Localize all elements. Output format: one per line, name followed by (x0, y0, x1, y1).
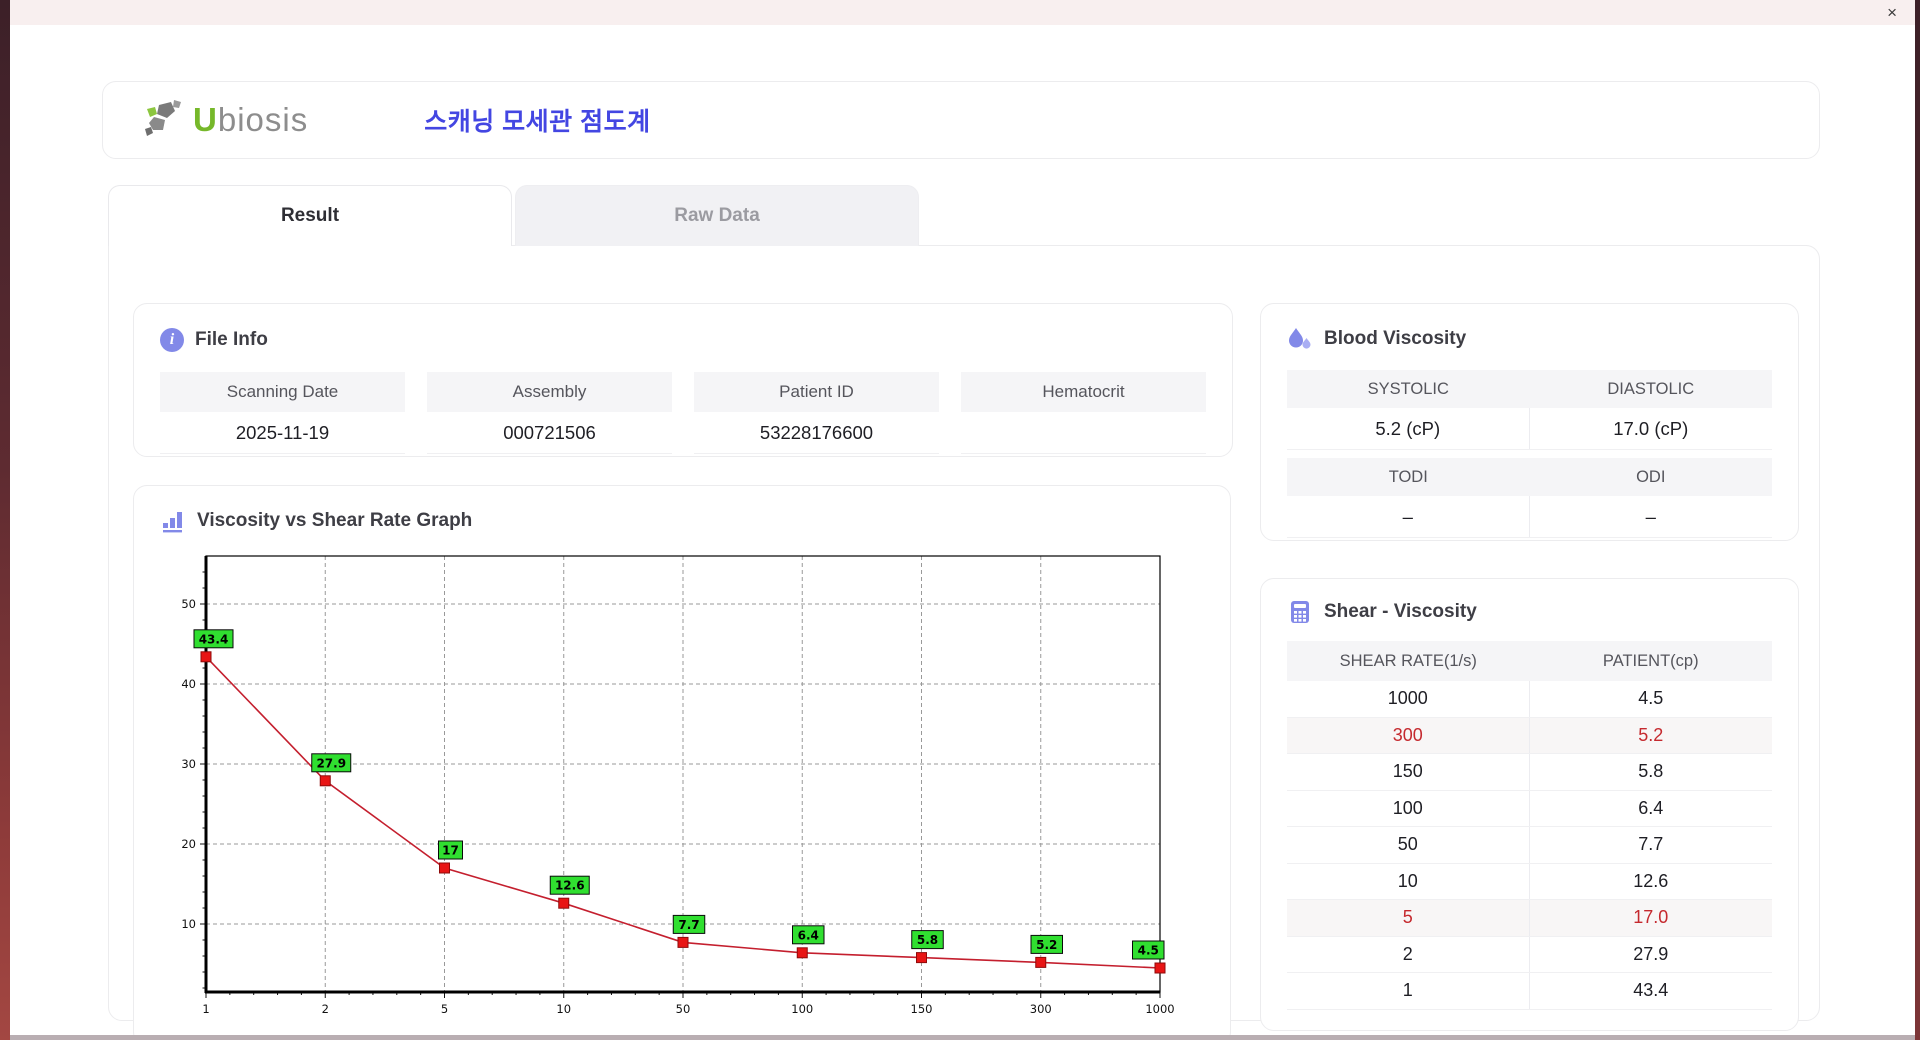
svg-text:150: 150 (911, 1002, 933, 1016)
brand-logo: Ubiosis (141, 99, 308, 141)
svg-text:5.8: 5.8 (917, 933, 938, 947)
result-panel: i File Info Scanning Date 2025-11-19 Ass… (108, 245, 1820, 1040)
field-label: Scanning Date (160, 372, 405, 412)
table-row: 1 43.4 (1287, 973, 1772, 1010)
graph-title: Viscosity vs Shear Rate Graph (197, 510, 473, 531)
file-info-title: File Info (195, 329, 268, 350)
tab-raw-data[interactable]: Raw Data (515, 185, 919, 246)
svg-text:300: 300 (1030, 1002, 1052, 1016)
svg-text:1: 1 (202, 1002, 209, 1016)
odi-header: ODI (1636, 467, 1666, 486)
diastolic-value: 17.0 (cP) (1613, 417, 1689, 439)
table-row: 300 5.2 (1287, 717, 1772, 754)
svg-text:100: 100 (791, 1002, 813, 1016)
field-label: Patient ID (694, 372, 939, 412)
todi-header: TODI (1388, 467, 1428, 486)
blood-viscosity-table: SYSTOLIC DIASTOLIC 5.2 (cP) 17.0 (cP) TO… (1287, 370, 1772, 538)
svg-text:43.4: 43.4 (199, 632, 229, 646)
info-icon: i (160, 328, 184, 352)
field-patient-id: Patient ID 53228176600 (694, 372, 939, 454)
field-scanning-date: Scanning Date 2025-11-19 (160, 372, 405, 454)
field-value: 53228176600 (694, 412, 939, 454)
systolic-value: 5.2 (cP) (1287, 408, 1530, 449)
shear-viscosity-title: Shear - Viscosity (1324, 601, 1477, 622)
svg-text:7.7: 7.7 (678, 918, 699, 932)
todi-value: – (1287, 496, 1530, 537)
table-row: 1000 4.5 (1287, 681, 1772, 718)
svg-text:2: 2 (322, 1002, 329, 1016)
svg-text:40: 40 (181, 677, 196, 691)
ubiosis-logo-icon (145, 100, 181, 136)
tab-result[interactable]: Result (108, 185, 512, 246)
table-row: 150 5.8 (1287, 754, 1772, 791)
window-title-bar: × (10, 0, 1915, 25)
line-chart: 10 20 30 40 50 1 2 5 10 50 100 150 300 1000 43.4 27.9 17… (181, 555, 1175, 1016)
field-value: 2025-11-19 (160, 412, 405, 454)
table-row: 50 7.7 (1287, 827, 1772, 864)
table-row: 100 6.4 (1287, 790, 1772, 827)
svg-text:10: 10 (181, 917, 196, 931)
table-row: 2 27.9 (1287, 936, 1772, 973)
app-window: Ubiosis 스캐닝 모세관 점도계 Result Raw Data i Fi… (10, 25, 1915, 1040)
viscosity-graph-card: Viscosity vs Shear Rate Graph 10 20 30 40 50… (133, 485, 1231, 1040)
odi-value: – (1645, 505, 1656, 527)
bar-chart-icon (163, 512, 182, 533)
patient-column-header: PATIENT(cp) (1602, 651, 1699, 670)
file-info-fields: Scanning Date 2025-11-19 Assembly 000721… (160, 372, 1206, 454)
svg-text:20: 20 (181, 837, 196, 851)
table-row: 5 17.0 (1287, 900, 1772, 937)
svg-text:27.9: 27.9 (316, 756, 346, 770)
svg-text:1000: 1000 (1145, 1002, 1174, 1016)
field-assembly: Assembly 000721506 (427, 372, 672, 454)
systolic-header: SYSTOLIC (1367, 379, 1449, 398)
svg-text:12.6: 12.6 (555, 879, 585, 893)
app-title-korean: 스캐닝 모세관 점도계 (424, 108, 651, 136)
svg-text:10: 10 (556, 1002, 571, 1016)
blood-viscosity-title: Blood Viscosity (1324, 328, 1467, 349)
tab-bar: Result Raw Data (108, 185, 919, 246)
shear-rate-column-header: SHEAR RATE(1/s) (1339, 651, 1477, 670)
window-right-border (1915, 0, 1920, 1040)
brand-name: Ubiosis (193, 101, 309, 138)
shear-viscosity-card: Shear - Viscosity SHEAR RATE(1/s) PATIEN… (1260, 578, 1799, 1031)
svg-text:6.4: 6.4 (798, 928, 819, 942)
blood-viscosity-card: Blood Viscosity SYSTOLIC DIASTOLIC 5.2 (… (1260, 303, 1799, 541)
field-hematocrit: Hematocrit (961, 372, 1206, 454)
viscosity-chart: 10 20 30 40 50 1 2 5 10 50 100 150 300 1000 43.4 27.9 17… (160, 548, 1204, 1040)
field-value (961, 412, 1206, 454)
window-left-border (0, 0, 10, 1040)
svg-text:30: 30 (181, 757, 196, 771)
svg-text:5.2: 5.2 (1036, 938, 1057, 952)
field-label: Hematocrit (961, 372, 1206, 412)
blood-drop-icon (1289, 328, 1311, 349)
svg-text:17: 17 (442, 844, 459, 858)
svg-text:50: 50 (676, 1002, 691, 1016)
window-bottom-border (10, 1035, 1915, 1040)
diastolic-header: DIASTOLIC (1607, 379, 1695, 398)
close-icon[interactable]: × (1887, 4, 1897, 21)
svg-text:50: 50 (181, 597, 196, 611)
svg-text:4.5: 4.5 (1138, 944, 1159, 958)
svg-text:5: 5 (441, 1002, 448, 1016)
header: Ubiosis 스캐닝 모세관 점도계 (102, 81, 1820, 159)
shear-viscosity-table: SHEAR RATE(1/s) PATIENT(cp) 1000 4.5 300 5… (1287, 641, 1772, 1010)
calculator-icon (1291, 601, 1309, 623)
field-label: Assembly (427, 372, 672, 412)
file-info-card: i File Info Scanning Date 2025-11-19 Ass… (133, 303, 1233, 457)
table-row: 10 12.6 (1287, 863, 1772, 900)
field-value: 000721506 (427, 412, 672, 454)
